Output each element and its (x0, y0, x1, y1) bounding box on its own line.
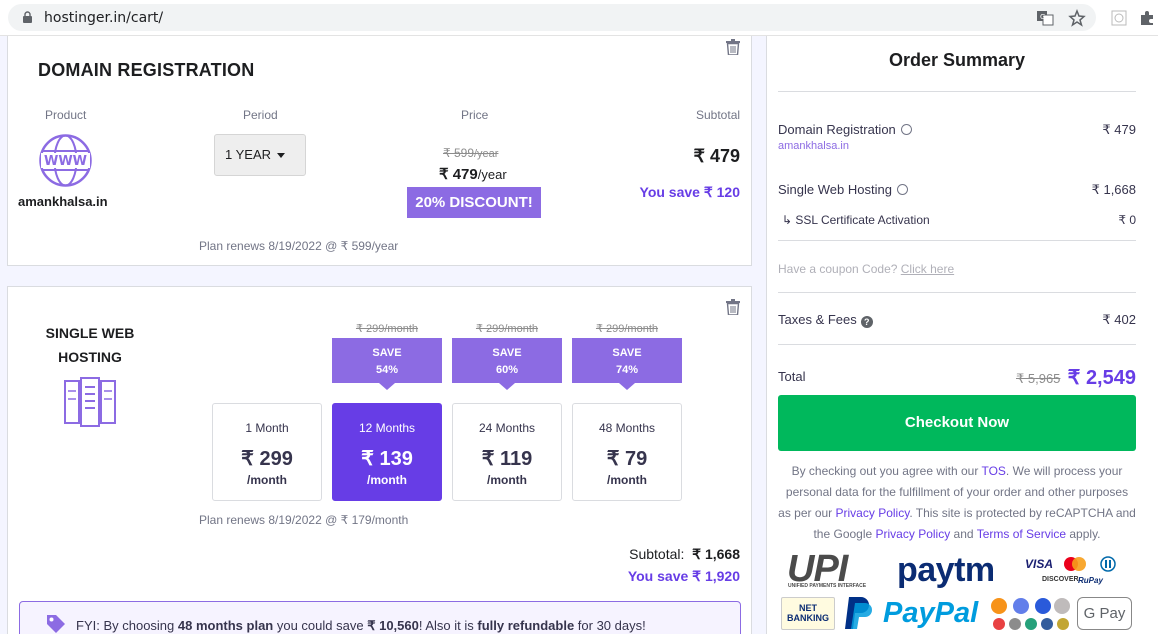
server-icon (64, 377, 116, 427)
diners-club-icon (1100, 556, 1116, 572)
domain-you-save: You save ₹ 120 (639, 184, 740, 200)
plan-old-price: ₹ 299/month (355, 323, 419, 335)
paypal-logo: PayPal (883, 597, 979, 629)
divider (778, 91, 1136, 92)
discover-logo: DISCOVER (1042, 576, 1079, 583)
plan-old-price: ₹ 299/month (475, 323, 539, 335)
visa-logo: VISA (1025, 557, 1054, 571)
summary-hosting-row: Single Web Hosting ₹ 1,668 (778, 182, 1136, 197)
puzzle-icon[interactable] (1138, 9, 1156, 27)
browser-toolbar: hostinger.in/cart/ G (0, 0, 1158, 36)
plan-old-price: ₹ 299/month (595, 323, 659, 335)
crypto-icons (991, 598, 1070, 630)
domain-renews: Plan renews 8/19/2022 @ ₹ 599/year (199, 239, 399, 253)
coupon-link[interactable]: Click here (901, 262, 954, 276)
fyi-text: FYI: By choosing 48 months plan you coul… (76, 618, 646, 633)
mastercard-icon (1064, 557, 1086, 571)
order-summary-panel: Order Summary Domain Registration ₹ 479 … (766, 36, 1158, 634)
caret-down-icon (277, 153, 285, 158)
remove-circle-icon[interactable] (900, 124, 912, 135)
checkout-button[interactable]: Checkout Now (778, 395, 1136, 451)
translate-icon[interactable]: G (1036, 9, 1054, 27)
terms-link[interactable]: Terms of Service (977, 527, 1066, 541)
hosting-title: SINGLE WEB HOSTING (45, 325, 135, 365)
fyi-banner: FYI: By choosing 48 months plan you coul… (19, 601, 741, 634)
total-old: ₹ 5,965 (1016, 371, 1061, 386)
current-price: ₹ 479/year (439, 166, 507, 183)
domain-name: amankhalsa.in (18, 194, 108, 209)
summary-domain-row: Domain Registration ₹ 479 (778, 122, 1136, 137)
plan-option-48-months[interactable]: 48 Months ₹ 79 /month (572, 403, 682, 501)
upi-subtitle: UNIFIED PAYMENTS INTERFACE (788, 583, 867, 589)
divider (778, 240, 1136, 241)
address-bar[interactable]: hostinger.in/cart/ G (8, 4, 1096, 31)
tag-icon (47, 615, 65, 633)
lock-icon (23, 11, 32, 23)
svg-text:WWW: WWW (44, 154, 87, 169)
hosting-subtotal: Subtotal: ₹ 1,668 (629, 546, 740, 562)
help-icon[interactable]: ? (860, 316, 873, 328)
netbanking-logo: NET BANKING (781, 597, 835, 630)
total-value: ₹ 2,549 (1067, 367, 1136, 389)
domain-subtotal: ₹ 479 (693, 146, 741, 166)
order-summary-title: Order Summary (888, 50, 1026, 70)
paytm-logo: paytm (897, 551, 995, 589)
globe-icon: WWW (39, 134, 92, 187)
col-subtotal: Subtotal (696, 108, 741, 122)
taxes-row: Taxes & Fees? ₹ 402 (778, 312, 1136, 328)
col-period: Period (243, 108, 278, 122)
plan-option-12-months[interactable]: 12 Months ₹ 139 /month (332, 403, 442, 501)
hosting-you-save: You save ₹ 1,920 (627, 568, 740, 584)
discount-badge: 20% DISCOUNT! (407, 187, 541, 218)
save-badge: SAVE 60% (452, 338, 562, 390)
tos-link[interactable]: TOS (981, 464, 1005, 478)
paypal-p-icon (845, 597, 872, 629)
plan-option-24-months[interactable]: 24 Months ₹ 119 /month (452, 403, 562, 501)
url-text: hostinger.in/cart/ (44, 10, 164, 26)
save-badge: SAVE 74% (572, 338, 682, 390)
legal-text: By checking out you agree with our TOS. … (778, 464, 1136, 541)
trash-icon[interactable] (726, 299, 740, 315)
remove-circle-icon[interactable] (896, 184, 908, 195)
col-product: Product (45, 108, 87, 122)
domain-registration-card: DOMAIN REGISTRATION Product Period Price… (7, 36, 752, 266)
rupay-logo: RuPay (1078, 576, 1103, 585)
extension-icon[interactable] (1110, 9, 1128, 27)
svg-text:G: G (1040, 13, 1045, 21)
google-privacy-link[interactable]: Privacy Policy (876, 527, 951, 541)
divider (778, 344, 1136, 345)
summary-ssl-row: ↳ SSL Certificate Activation ₹ 0 (782, 213, 1136, 227)
trash-icon[interactable] (726, 39, 740, 55)
privacy-link[interactable]: Privacy Policy (836, 506, 910, 520)
coupon-row: Have a coupon Code? Click here (778, 262, 955, 276)
divider (778, 292, 1136, 293)
bookmark-star-icon[interactable] (1068, 9, 1086, 27)
hosting-card: SINGLE WEB HOSTING ₹ 299/month ₹ 299/mon… (7, 286, 752, 634)
col-price: Price (461, 108, 489, 122)
save-badge: SAVE 54% (332, 338, 442, 390)
plan-option-1-month[interactable]: 1 Month ₹ 299 /month (212, 403, 322, 501)
summary-domain-name: amankhalsa.in (778, 140, 849, 152)
period-select[interactable]: 1 YEAR (214, 134, 306, 176)
gpay-logo: G Pay (1077, 597, 1132, 630)
old-price: ₹ 599/year (443, 146, 499, 160)
section-title: DOMAIN REGISTRATION (38, 60, 255, 80)
hosting-renews: Plan renews 8/19/2022 @ ₹ 179/month (199, 513, 409, 527)
